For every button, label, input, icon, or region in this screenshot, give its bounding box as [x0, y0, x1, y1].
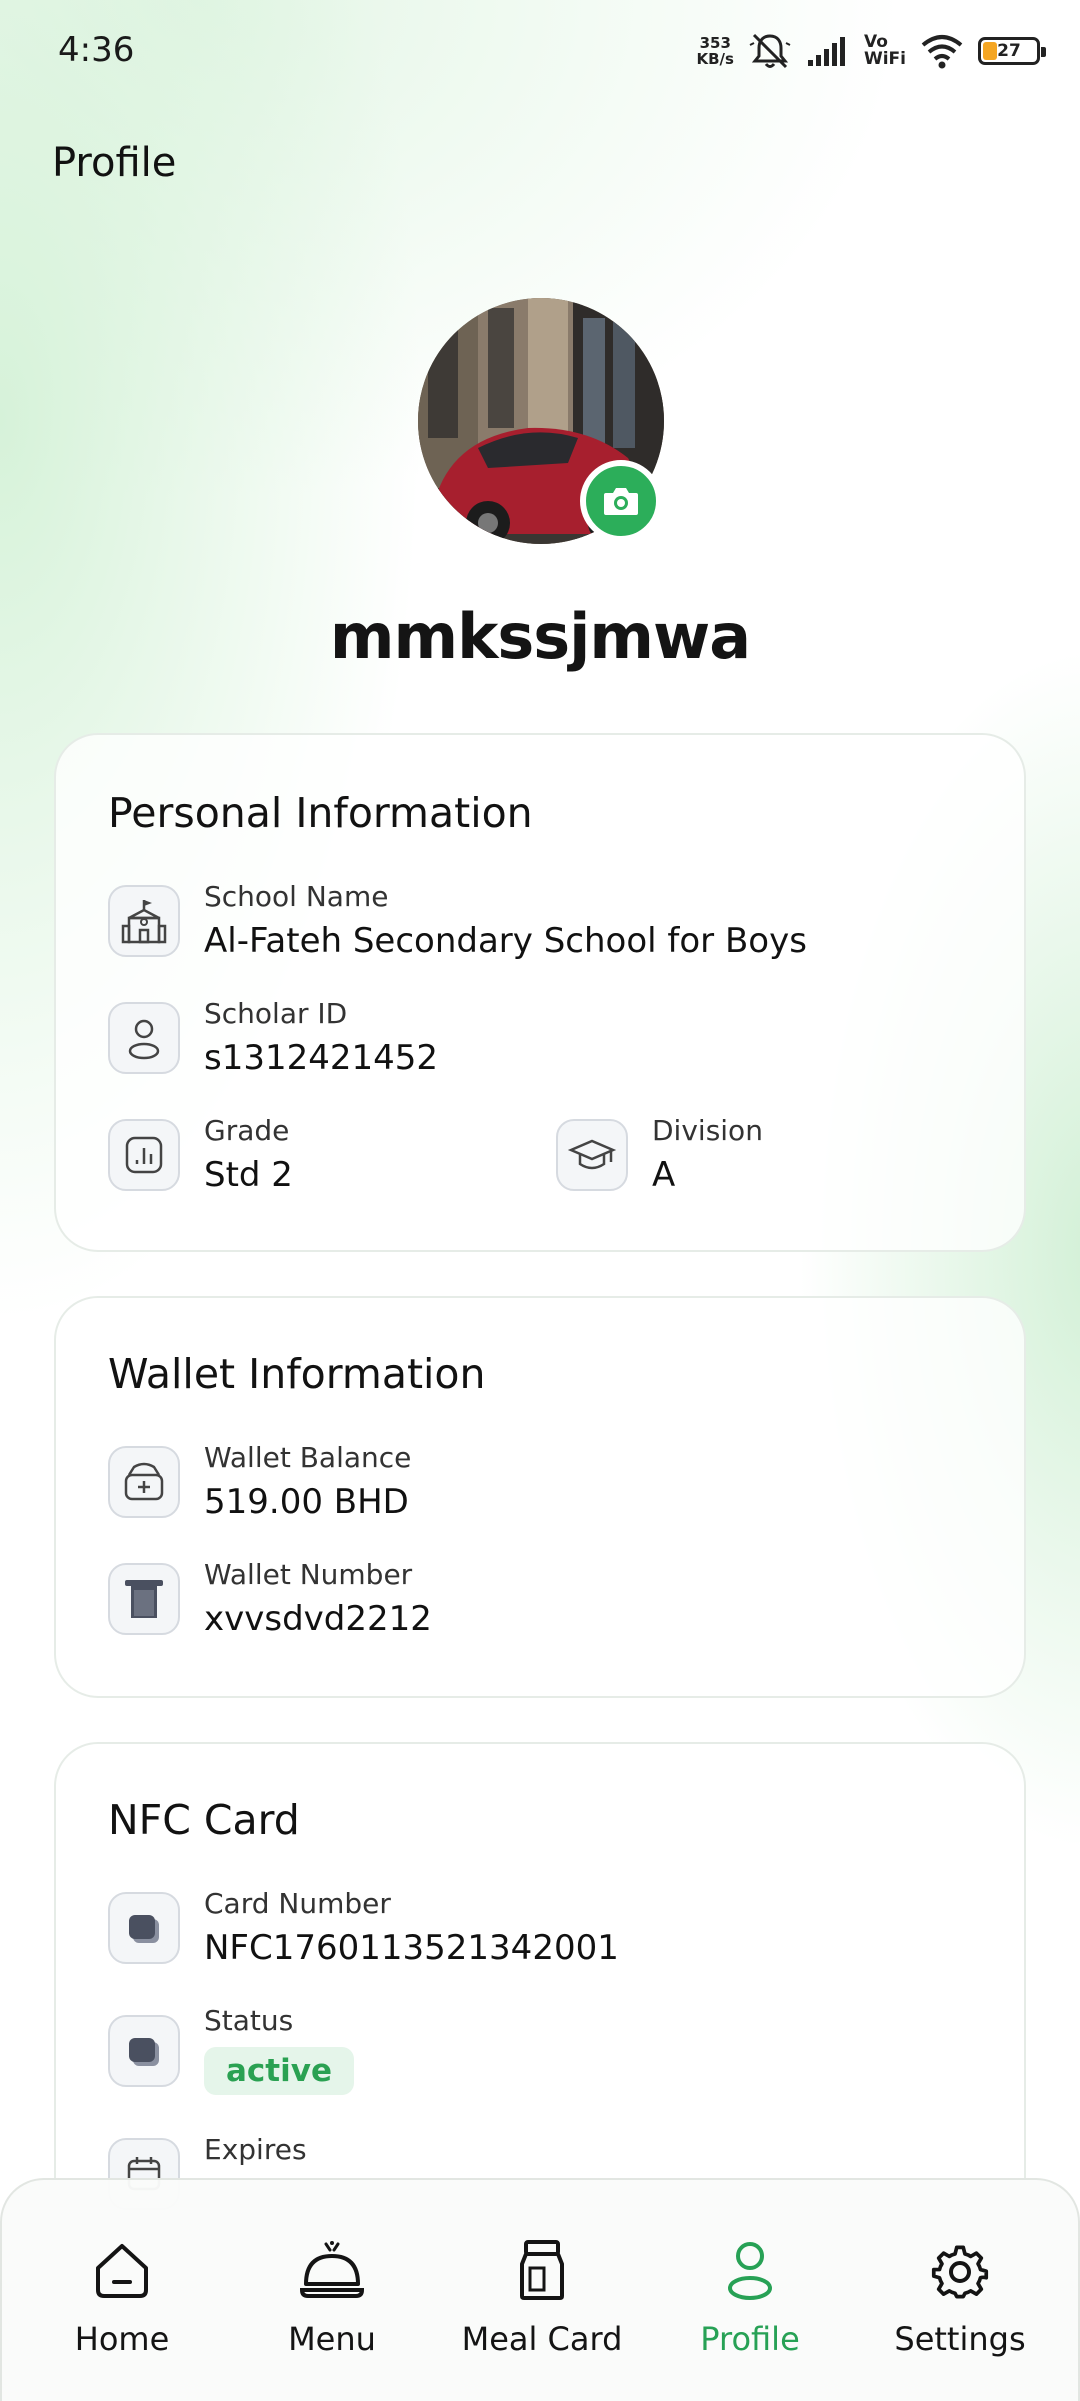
status-label: Status	[204, 2004, 294, 2037]
status-badge: active	[204, 2047, 354, 2095]
personal-info-card: Personal Information School Name Al-Fate…	[54, 733, 1026, 1252]
vowifi-indicator: Vo WiFi	[863, 32, 906, 69]
bag-icon	[520, 2240, 564, 2300]
wallet-icon	[108, 1446, 180, 1518]
school-icon	[108, 885, 180, 957]
wallet-number-label: Wallet Number	[204, 1558, 413, 1591]
status-bar: 4:36 353 KB/s Vo WiFi 27	[0, 0, 1080, 100]
network-speed: 353 KB/s	[696, 34, 734, 68]
card-number-label: Card Number	[204, 1887, 391, 1920]
division-value: A	[652, 1155, 676, 1195]
status-time: 4:36	[58, 30, 135, 70]
nav-meal-card-label: Meal Card	[461, 2320, 623, 2358]
grade-row: Grade Std 2	[108, 1113, 293, 1197]
signal-icon	[807, 37, 845, 66]
nav-home-label: Home	[74, 2320, 170, 2358]
division-label: Division	[652, 1114, 763, 1147]
grade-label: Grade	[204, 1114, 290, 1147]
status-icons: 353 KB/s Vo WiFi 27	[696, 28, 1046, 74]
bottom-navigation: Home Menu Meal Card Profile Settings	[0, 2178, 1080, 2401]
nav-home[interactable]: Home	[22, 2234, 222, 2358]
nav-settings-label: Settings	[894, 2320, 1026, 2358]
grade-value: Std 2	[204, 1155, 293, 1195]
person-icon	[728, 2242, 772, 2300]
expires-label: Expires	[204, 2133, 307, 2166]
wifi-icon	[921, 35, 963, 69]
card-reader-icon	[108, 1563, 180, 1635]
wallet-balance-label: Wallet Balance	[204, 1441, 412, 1474]
scholar-id-row: Scholar ID s1312421452	[108, 996, 438, 1080]
nav-profile-label: Profile	[700, 2320, 800, 2358]
user-icon	[108, 1002, 180, 1074]
school-name-row: School Name Al-Fateh Secondary School fo…	[108, 879, 807, 963]
gear-icon	[931, 2245, 989, 2299]
nav-profile[interactable]: Profile	[650, 2234, 850, 2358]
change-photo-button[interactable]	[580, 460, 662, 542]
wallet-number-row: Wallet Number xvvsdvd2212	[108, 1557, 432, 1641]
username: mmkssjmwa	[329, 600, 751, 673]
card-title: Personal Information	[108, 789, 533, 837]
card-number-row: Card Number NFC1760113521342001	[108, 1886, 619, 1970]
nav-settings[interactable]: Settings	[860, 2234, 1060, 2358]
status-card-icon	[108, 2015, 180, 2087]
nav-menu-label: Menu	[288, 2320, 376, 2358]
wallet-balance-row: Wallet Balance 519.00 BHD	[108, 1440, 411, 1524]
scholar-id-label: Scholar ID	[204, 997, 348, 1030]
nav-meal-card[interactable]: Meal Card	[442, 2234, 642, 2358]
nfc-card-icon	[108, 1892, 180, 1964]
bell-muted-icon	[749, 33, 791, 69]
school-name-label: School Name	[204, 880, 389, 913]
graduation-cap-icon	[556, 1119, 628, 1191]
card-status-row: Status active	[108, 2003, 354, 2095]
card-number-value: NFC1760113521342001	[204, 1928, 619, 1968]
scholar-id-value: s1312421452	[204, 1038, 439, 1078]
wallet-number-value: xvvsdvd2212	[204, 1599, 432, 1639]
nav-menu[interactable]: Menu	[232, 2234, 432, 2358]
wallet-info-card: Wallet Information Wallet Balance 519.00…	[54, 1296, 1026, 1698]
school-name-value: Al-Fateh Secondary School for Boys	[204, 921, 807, 961]
division-row: Division A	[556, 1113, 763, 1197]
card-title: NFC Card	[108, 1796, 300, 1844]
home-icon	[96, 2244, 148, 2298]
card-title: Wallet Information	[108, 1350, 486, 1398]
battery-icon: 27	[978, 37, 1046, 65]
wallet-balance-value: 519.00 BHD	[204, 1482, 409, 1522]
page-title: Profile	[52, 140, 177, 186]
chart-icon	[108, 1119, 180, 1191]
cloche-icon	[299, 2241, 365, 2298]
camera-icon	[604, 488, 638, 515]
